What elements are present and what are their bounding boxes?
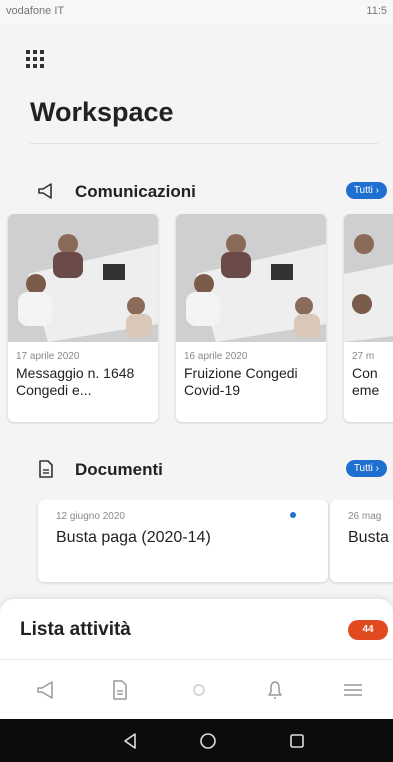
bell-icon[interactable] [263, 678, 287, 702]
system-navigation-bar [0, 719, 393, 762]
document-card[interactable]: 12 giugno 2020 Busta paga (2020-14) [38, 500, 328, 582]
activity-count-badge: 44 [348, 620, 388, 640]
document-card[interactable]: 26 mag Busta [330, 500, 393, 582]
carrier-label: vodafone IT [6, 5, 65, 17]
communications-all-label: Tutti [353, 185, 373, 196]
communication-card[interactable]: 27 m Con eme [344, 214, 393, 422]
document-date: 12 giugno 2020 [56, 511, 125, 522]
meeting-photo [8, 214, 158, 342]
home-circle-icon[interactable] [198, 731, 218, 751]
clock-label: 11:5 [366, 5, 387, 17]
document-title: Busta [348, 529, 389, 546]
meeting-photo [176, 214, 326, 342]
grid-menu-icon[interactable] [26, 50, 46, 70]
documents-title: Documenti [75, 460, 163, 479]
unread-indicator [290, 512, 296, 518]
title-divider [30, 143, 378, 144]
bottom-navigation [0, 659, 393, 720]
communication-card[interactable]: 16 aprile 2020 Fruizione Congedi Covid-1… [176, 214, 326, 422]
hamburger-icon[interactable] [341, 678, 365, 702]
documents-all-button[interactable]: Tutti › [345, 460, 387, 477]
communications-header: Comunicazioni Tutti › [35, 180, 390, 204]
communication-title: Messaggio n. 1648 Congedi e... [16, 365, 135, 398]
activity-list-panel[interactable]: Lista attività 44 [0, 599, 393, 659]
documents-carousel[interactable]: 12 giugno 2020 Busta paga (2020-14) 26 m… [0, 500, 393, 585]
status-bar: vodafone IT 11:5 [0, 0, 393, 24]
communication-title: Fruizione Congedi Covid-19 [184, 365, 298, 398]
back-triangle-icon[interactable] [120, 731, 140, 751]
communications-carousel[interactable]: 17 aprile 2020 Messaggio n. 1648 Congedi… [0, 214, 393, 424]
meeting-photo [344, 214, 393, 342]
communication-date: 17 aprile 2020 [16, 351, 80, 362]
document-date: 26 mag [348, 511, 382, 522]
communication-date: 27 m [352, 351, 375, 362]
megaphone-icon [38, 183, 52, 199]
documents-all-label: Tutti [353, 463, 373, 474]
communication-title: Con eme [352, 365, 380, 398]
communications-all-button[interactable]: Tutti › [345, 182, 387, 199]
megaphone-icon[interactable] [34, 678, 58, 702]
communication-card[interactable]: 17 aprile 2020 Messaggio n. 1648 Congedi… [8, 214, 158, 422]
communications-title: Comunicazioni [75, 182, 196, 201]
circle-icon[interactable] [187, 678, 211, 702]
document-icon [39, 460, 53, 478]
document-icon[interactable] [108, 678, 132, 702]
documents-header: Documenti Tutti › [35, 458, 390, 482]
recents-square-icon[interactable] [287, 731, 307, 751]
communication-date: 16 aprile 2020 [184, 351, 248, 362]
activity-list-title: Lista attività [20, 619, 131, 640]
document-title: Busta paga (2020-14) [56, 529, 211, 546]
page-title: Workspace [30, 97, 174, 127]
